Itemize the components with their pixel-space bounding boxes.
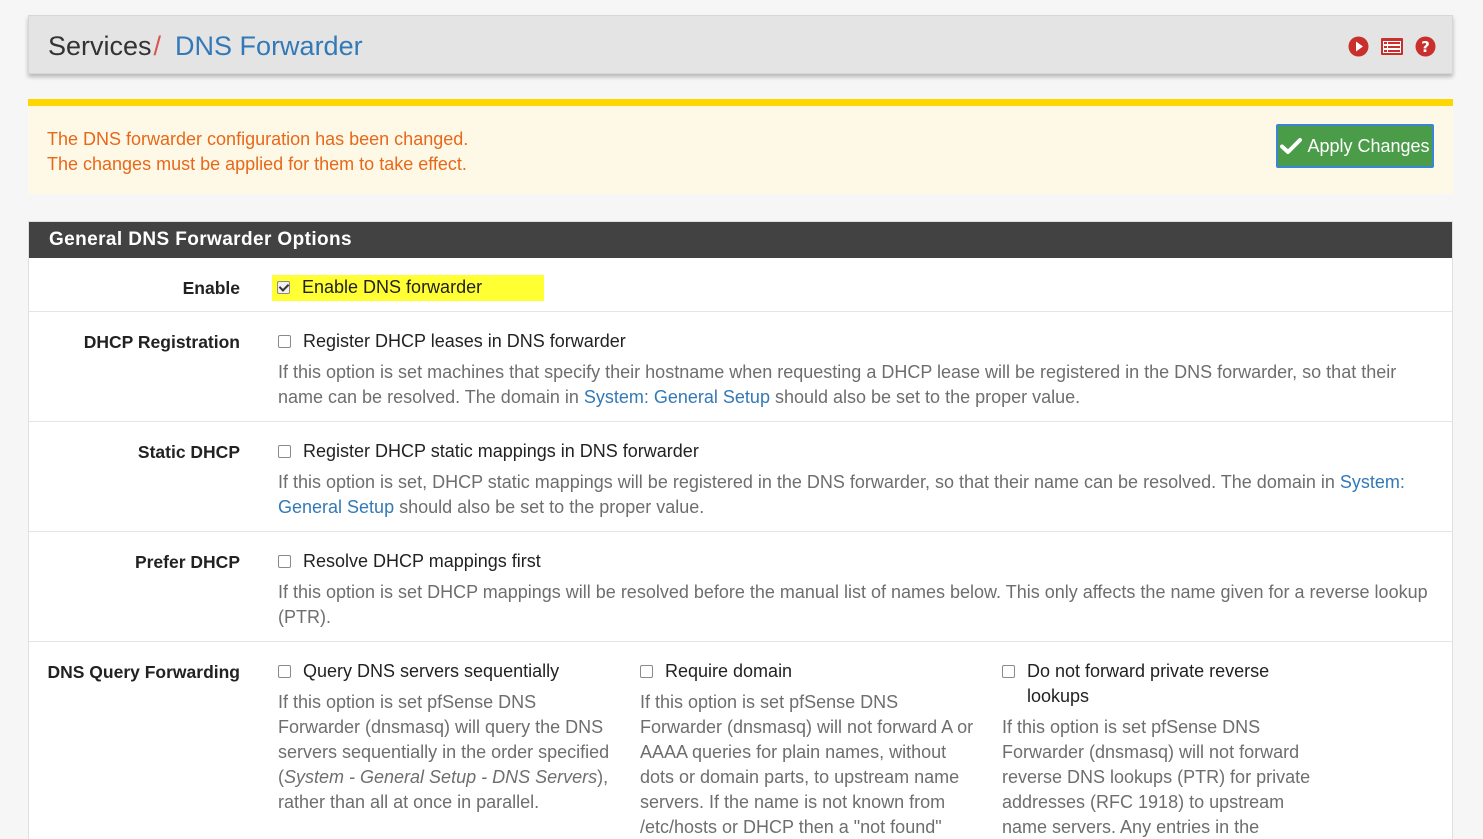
- require-domain-option: Require domain If this option is set pfS…: [640, 659, 1002, 839]
- breadcrumb-services[interactable]: Services: [48, 31, 152, 61]
- query-sequential-checkbox-label[interactable]: Query DNS servers sequentially: [303, 659, 559, 684]
- enable-highlight: Enable DNS forwarder: [272, 275, 545, 301]
- play-circle-icon[interactable]: [1348, 36, 1369, 57]
- dhcp-registration-help: If this option is set machines that spec…: [278, 362, 1397, 407]
- enable-label: Enable: [182, 278, 240, 298]
- svg-text:?: ?: [1421, 38, 1430, 56]
- static-dhcp-help: If this option is set, DHCP static mappi…: [278, 472, 1405, 517]
- dhcp-registration-label: DHCP Registration: [83, 332, 240, 352]
- row-dhcp-registration: DHCP Registration Register DHCP leases i…: [29, 311, 1452, 421]
- query-sequential-option: Query DNS servers sequentially If this o…: [278, 659, 640, 839]
- breadcrumb-dns-forwarder[interactable]: DNS Forwarder: [175, 31, 363, 61]
- help-icon[interactable]: ?: [1415, 36, 1436, 57]
- alert-line-1: The DNS forwarder configuration has been…: [47, 129, 469, 149]
- enable-checkbox-label[interactable]: Enable DNS forwarder: [302, 275, 482, 300]
- dhcp-registration-checkbox-label[interactable]: Register DHCP leases in DNS forwarder: [303, 329, 626, 354]
- log-list-icon[interactable]: [1380, 36, 1404, 57]
- static-dhcp-checkbox[interactable]: [278, 445, 291, 458]
- query-sequential-checkbox[interactable]: [278, 665, 291, 678]
- dhcp-registration-checkbox[interactable]: [278, 335, 291, 348]
- dns-query-forwarding-label: DNS Query Forwarding: [47, 662, 240, 682]
- no-private-reverse-checkbox[interactable]: [1002, 665, 1015, 678]
- no-private-reverse-checkbox-label[interactable]: Do not forward private reverse lookups: [1027, 659, 1322, 709]
- prefer-dhcp-checkbox[interactable]: [278, 555, 291, 568]
- require-domain-help: If this option is set pfSense DNS Forwar…: [640, 692, 974, 837]
- require-domain-checkbox[interactable]: [640, 665, 653, 678]
- row-dns-query-forwarding: DNS Query Forwarding Query DNS servers s…: [29, 641, 1452, 839]
- enable-checkbox[interactable]: [277, 281, 290, 294]
- require-domain-checkbox-label[interactable]: Require domain: [665, 659, 792, 684]
- page-header: Services/ DNS Forwarder ?: [28, 15, 1453, 74]
- prefer-dhcp-help: If this option is set DHCP mappings will…: [278, 582, 1428, 627]
- no-private-reverse-help: If this option is set pfSense DNS Forwar…: [1002, 717, 1311, 837]
- apply-changes-button[interactable]: Apply Changes: [1276, 124, 1434, 168]
- general-options-panel: General DNS Forwarder Options Enable Ena…: [28, 221, 1453, 839]
- apply-changes-label: Apply Changes: [1307, 135, 1430, 156]
- row-prefer-dhcp: Prefer DHCP Resolve DHCP mappings first …: [29, 531, 1452, 641]
- query-sequential-help: If this option is set pfSense DNS Forwar…: [278, 692, 610, 812]
- static-dhcp-checkbox-label[interactable]: Register DHCP static mappings in DNS for…: [303, 439, 699, 464]
- breadcrumb-separator: /: [153, 31, 162, 61]
- prefer-dhcp-checkbox-label[interactable]: Resolve DHCP mappings first: [303, 549, 541, 574]
- no-private-reverse-option: Do not forward private reverse lookups I…: [1002, 659, 1342, 839]
- alert-line-2: The changes must be applied for them to …: [47, 154, 467, 174]
- system-general-setup-link[interactable]: System: General Setup: [584, 387, 770, 407]
- row-enable: Enable Enable DNS forwarder: [29, 258, 1452, 311]
- static-dhcp-label: Static DHCP: [137, 442, 240, 462]
- row-static-dhcp: Static DHCP Register DHCP static mapping…: [29, 421, 1452, 531]
- prefer-dhcp-label: Prefer DHCP: [134, 552, 240, 572]
- check-icon: [1280, 138, 1303, 154]
- panel-title: General DNS Forwarder Options: [29, 222, 1452, 258]
- breadcrumb: Services/ DNS Forwarder: [48, 30, 363, 62]
- config-changed-alert: The DNS forwarder configuration has been…: [28, 99, 1453, 194]
